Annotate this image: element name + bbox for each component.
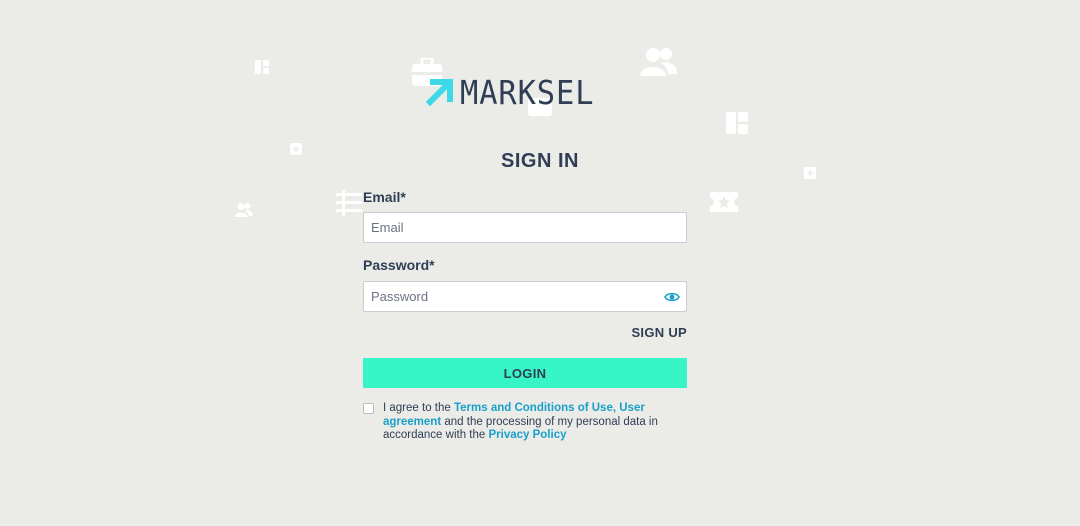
password-input[interactable]: [364, 282, 644, 311]
password-label: Password*: [363, 257, 435, 273]
eye-icon[interactable]: [664, 289, 680, 305]
consent-checkbox[interactable]: [363, 403, 374, 414]
sign-in-form: Email* Password* SIGN UP LOGIN I agree t…: [363, 187, 687, 441]
widget-icon: [255, 60, 269, 74]
terms-link[interactable]: Terms and Conditions of Use: [454, 402, 613, 414]
email-input[interactable]: [364, 213, 644, 242]
consent-text: I agree to the Terms and Conditions of U…: [383, 402, 683, 443]
users-icon: [640, 46, 678, 78]
email-label: Email*: [363, 189, 406, 205]
marksel-logo: MARKSEL: [425, 73, 626, 112]
logo-text: MARKSEL: [460, 73, 595, 112]
email-field: [363, 212, 687, 243]
sign-up-link[interactable]: SIGN UP: [631, 325, 687, 340]
consent-text-part: I agree to the: [383, 402, 454, 414]
list-icon: [336, 190, 362, 216]
users-icon: [234, 202, 254, 218]
password-field: [363, 281, 687, 312]
arrow-up-right-icon: [425, 76, 454, 111]
dashboard-icon: [726, 112, 748, 134]
page-title: SIGN IN: [501, 150, 579, 172]
privacy-policy-link[interactable]: Privacy Policy: [488, 429, 566, 441]
ticket-star-icon: [710, 192, 738, 212]
login-button[interactable]: LOGIN: [363, 358, 687, 388]
